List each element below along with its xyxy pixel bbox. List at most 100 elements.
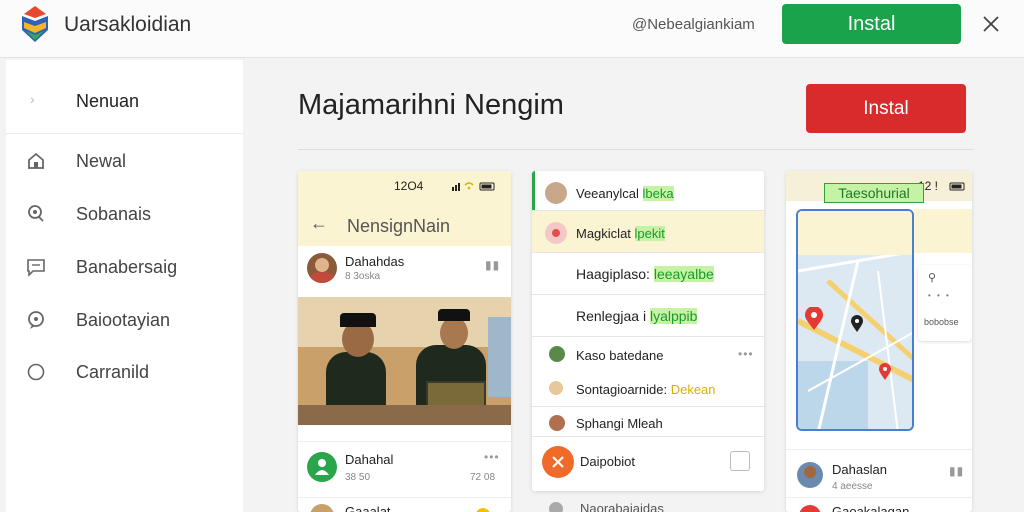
post-meta: 4 aeesse: [832, 481, 873, 492]
screen-title: NensignNain: [347, 216, 451, 236]
screenshot-card-list[interactable]: Veeanylcal lbeka Magkiclat lpekit Haagip…: [532, 171, 764, 491]
circle-icon: [27, 363, 45, 381]
more-icon[interactable]: •••: [484, 450, 500, 464]
list-item-label: Sphangi Mleah: [576, 416, 663, 431]
post-header[interactable]: Dahahdas 8 3oska ▮▮: [298, 246, 511, 297]
list-item-tag: Dekean: [670, 382, 716, 397]
post-row[interactable]: Dahahal 38 50 ••• 72 08: [298, 441, 511, 497]
location-pin-icon[interactable]: [850, 315, 864, 333]
post-meta: 38 50: [345, 472, 371, 483]
location-pin-icon[interactable]: [804, 306, 824, 331]
home-icon: [28, 152, 44, 169]
sidebar-item-banabersaig[interactable]: Banabersaig: [6, 248, 243, 288]
list-item-tag: lbeka: [642, 186, 674, 201]
developer-name[interactable]: @Nebealgiankiam: [632, 16, 755, 33]
list-item-tag: lyalppib: [649, 308, 698, 324]
list-item[interactable]: Sphangi Mleah: [532, 407, 764, 437]
chevron-right-icon: ›: [30, 91, 35, 107]
sidebar-item-label: Newal: [76, 151, 127, 171]
list-item[interactable]: Kaso batedane •••: [532, 337, 764, 371]
post-author: Dahaslan: [832, 462, 887, 477]
sidebar-item-newal[interactable]: Newal: [6, 142, 243, 182]
screenshot-card-feed[interactable]: 12O4 ← NensignNain Dahahdas 8 3oska ▮▮ D…: [298, 171, 511, 512]
post-author: Gaoakalagan: [832, 504, 910, 512]
user-icon: [307, 452, 337, 482]
location-search-icon: [28, 205, 44, 222]
avatar: [549, 346, 565, 362]
close-circle-icon: [542, 446, 574, 478]
status-bar: 12O4: [298, 171, 511, 201]
list-item-label: Daipobiot: [580, 454, 635, 469]
post-row[interactable]: Gaoakalagan: [786, 497, 972, 512]
chat-icon: [27, 259, 45, 277]
location-pin-icon[interactable]: [878, 363, 892, 381]
list-item[interactable]: Sontagioarnide: Dekean: [532, 371, 764, 407]
map-view[interactable]: [796, 209, 914, 431]
avatar: [310, 504, 334, 512]
sidebar-item-baiootayian[interactable]: Baiootayian: [6, 301, 243, 341]
divider: [298, 149, 973, 150]
sidebar-item-sobanais[interactable]: Sobanais: [6, 195, 243, 235]
list-item-label: Renlegjaa i: [576, 308, 647, 324]
list-item[interactable]: Veeanylcal lbeka: [532, 171, 764, 211]
signal-wifi-battery-icon: [452, 182, 495, 191]
avatar: [799, 505, 821, 512]
sidebar-item-carranild[interactable]: Carranild: [6, 353, 243, 393]
list-item-label: Magkiclat: [576, 226, 631, 241]
dots-icon: • • •: [928, 291, 951, 300]
search-icon[interactable]: ⚲: [928, 271, 936, 284]
list-item[interactable]: Haagiplaso: leeayalbe: [532, 253, 764, 295]
map-label: Taesohurial: [824, 183, 924, 203]
main-content: Majamarihni Nengim Instal 12O4 ← Nensign…: [243, 60, 1024, 512]
map-header: [798, 211, 912, 255]
app-header: ← NensignNain: [298, 201, 511, 246]
post-meta-right: 72 08: [470, 472, 496, 483]
sidebar-item-label: Baiootayian: [76, 310, 171, 330]
app-logo-icon: [22, 6, 48, 42]
list-item[interactable]: Renlegjaa i lyalppib: [532, 295, 764, 337]
screenshot-card-map[interactable]: 12 ! Taesohurial ⚲ • • • bobobse Dahasla…: [786, 171, 972, 512]
map-side-panel[interactable]: ⚲ • • • bobobse: [918, 265, 972, 341]
message-bubble-icon: [28, 311, 44, 329]
avatar: [549, 415, 565, 431]
avatar: [549, 502, 563, 512]
app-name: Uarsakloidian: [64, 13, 192, 36]
sidebar-item-label: Carranild: [76, 362, 150, 382]
avatar: [307, 253, 337, 283]
post-photo: [298, 297, 511, 425]
avatar: [549, 381, 563, 395]
list-item-label: Veeanylcal: [576, 186, 639, 201]
back-arrow-icon[interactable]: ←: [310, 213, 328, 234]
top-bar: Uarsakloidian @Nebealgiankiam Instal: [0, 0, 1024, 58]
list-item-tag: lpekit: [634, 226, 665, 241]
sidebar-header[interactable]: › Nenuan: [6, 60, 243, 134]
install-button-top[interactable]: Instal: [782, 4, 961, 44]
list-item-tag: leeayalbe: [653, 266, 714, 282]
card2-overflow-row: Naorabaiaidas: [532, 496, 764, 512]
post-row[interactable]: Dahaslan 4 aeesse ▮▮: [786, 449, 972, 497]
list-item-label: Naorabaiaidas: [580, 501, 664, 512]
list-item-label: Sontagioarnide:: [576, 382, 668, 397]
status-time: 12O4: [394, 179, 424, 193]
battery-icon: [949, 182, 965, 191]
avatar: [545, 222, 567, 244]
map-bar-extension: [914, 209, 972, 253]
panel-text: bobobse: [924, 317, 959, 327]
avatar: [545, 182, 567, 204]
page-title: Majamarihni Nengim: [298, 89, 564, 121]
checkbox[interactable]: [730, 451, 750, 471]
more-icon[interactable]: ▮▮: [485, 258, 500, 272]
list-item-label: Kaso batedane: [576, 348, 664, 363]
more-icon[interactable]: •••: [738, 347, 754, 361]
list-item[interactable]: Daipobiot: [532, 437, 764, 485]
avatar: [797, 462, 823, 488]
list-item[interactable]: Magkiclat lpekit: [532, 211, 764, 253]
post-row[interactable]: Gaaalat: [298, 497, 511, 512]
install-button[interactable]: Instal: [806, 84, 966, 133]
close-icon[interactable]: [980, 13, 1002, 35]
more-icon[interactable]: ▮▮: [949, 464, 964, 478]
post-author: Dahahdas: [345, 254, 405, 269]
post-author: Gaaalat: [345, 504, 391, 512]
sidebar: › Nenuan Newal Sobanais Banabersaig Baio…: [6, 60, 243, 512]
post-meta: 8 3oska: [345, 271, 381, 282]
